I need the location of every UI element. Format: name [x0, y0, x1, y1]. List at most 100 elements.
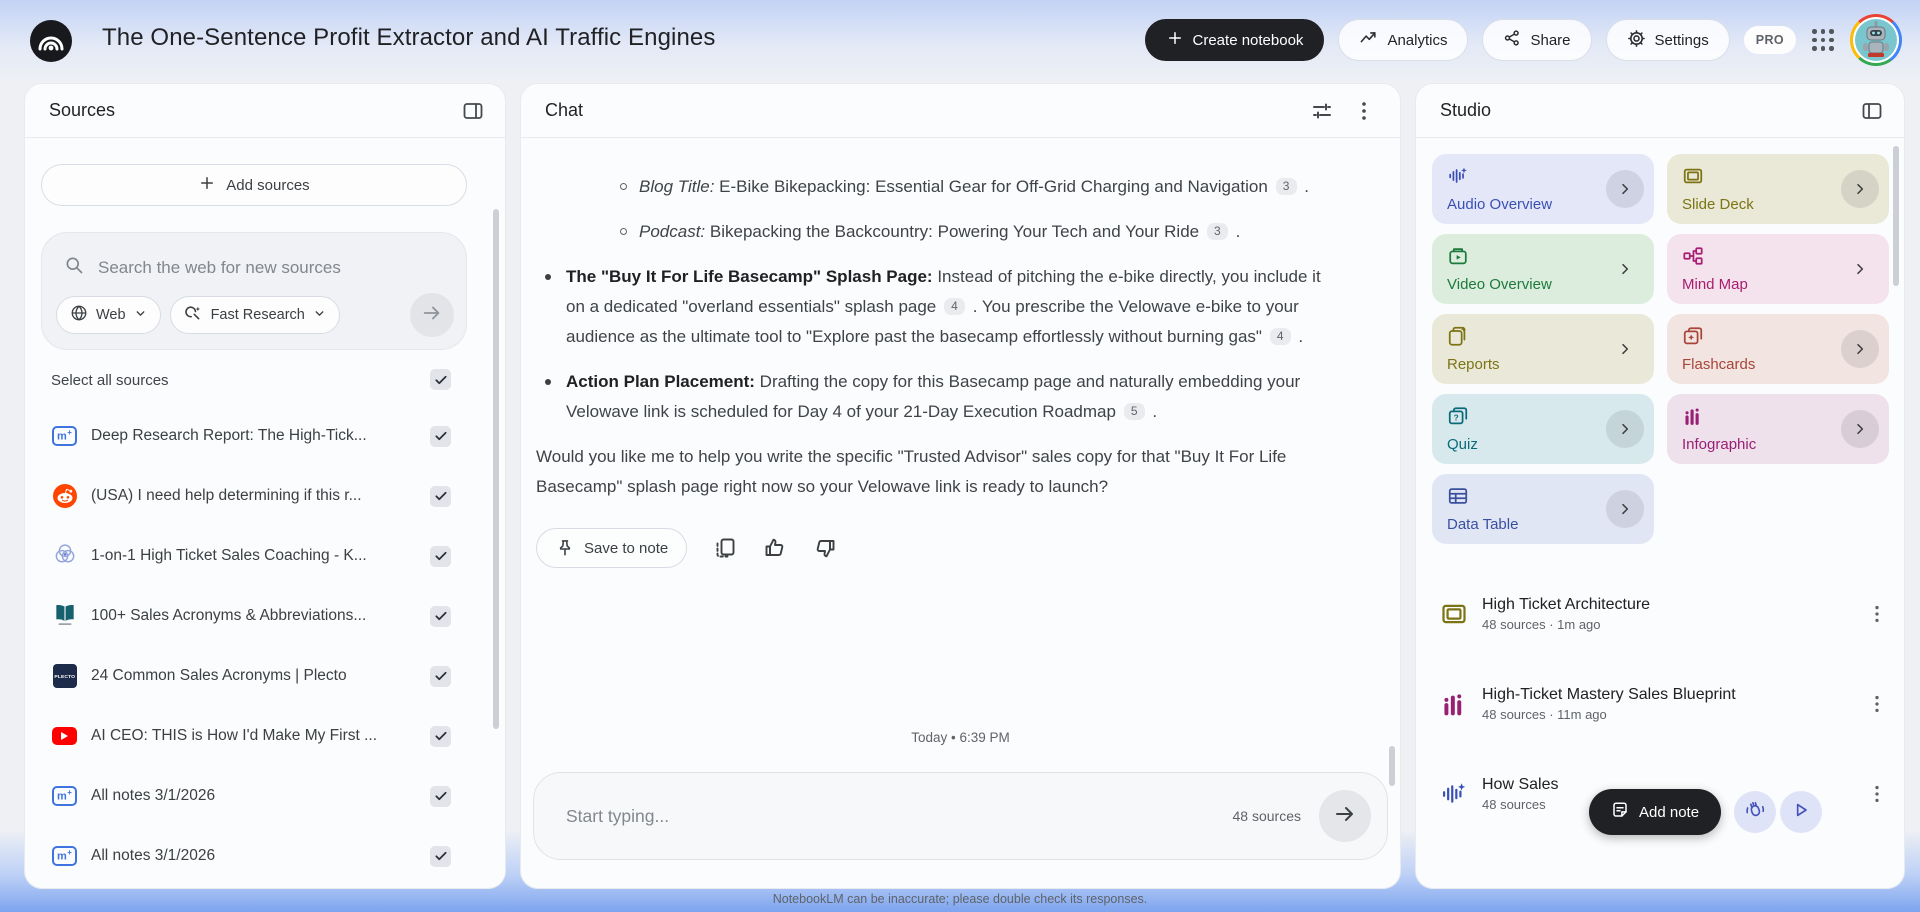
chat-bullet-item: Blog Title: E-Bike Bikepacking: Essentia… — [536, 172, 1340, 202]
studio-tile-infographic[interactable]: Infographic — [1667, 394, 1889, 464]
source-icon-wrap: m+ — [51, 423, 78, 450]
source-checkbox[interactable] — [430, 846, 451, 867]
settings-button[interactable]: Settings — [1606, 19, 1730, 61]
submit-search-button[interactable] — [410, 293, 454, 337]
notebooklm-logo-icon[interactable] — [30, 20, 72, 62]
slide-icon — [1682, 165, 1704, 187]
chevron-right-icon[interactable] — [1841, 330, 1879, 368]
thumbs-down-icon[interactable] — [813, 536, 837, 560]
studio-tile-video-overview[interactable]: Video Overview — [1432, 234, 1654, 304]
add-note-button[interactable]: Add note — [1589, 789, 1721, 835]
chevron-right-icon[interactable] — [1841, 250, 1879, 288]
search-icon — [64, 255, 84, 280]
studio-scrollbar[interactable] — [1893, 146, 1899, 286]
disclaimer-text: NotebookLM can be inaccurate; please dou… — [0, 892, 1920, 906]
studio-tile-label: Slide Deck — [1682, 196, 1754, 213]
create-notebook-button[interactable]: Create notebook — [1145, 19, 1325, 61]
add-sources-button[interactable]: Add sources — [41, 164, 467, 206]
chat-bullet-item: Action Plan Placement: Drafting the copy… — [536, 367, 1340, 427]
source-checkbox[interactable] — [430, 726, 451, 747]
chat-settings-icon[interactable] — [1310, 99, 1334, 123]
studio-tile-flashcards[interactable]: Flashcards — [1667, 314, 1889, 384]
studio-panel-title: Studio — [1440, 100, 1491, 121]
thumbs-up-icon[interactable] — [763, 536, 787, 560]
chevron-right-icon — [1852, 261, 1868, 277]
analytics-button[interactable]: Analytics — [1338, 19, 1468, 61]
chevron-right-icon[interactable] — [1606, 250, 1644, 288]
studio-tile-label: Infographic — [1682, 436, 1756, 453]
avatar[interactable] — [1850, 14, 1902, 66]
source-checkbox[interactable] — [430, 486, 451, 507]
chevron-right-icon[interactable] — [1841, 410, 1879, 448]
play-icon — [1791, 800, 1811, 825]
source-icon-wrap: m+ — [51, 783, 78, 810]
source-row[interactable]: PLECTO24 Common Sales Acronyms | Plecto — [25, 646, 505, 706]
bullet-marker-icon — [545, 379, 551, 385]
chevron-right-icon[interactable] — [1841, 170, 1879, 208]
studio-tile-data-table[interactable]: Data Table — [1432, 474, 1654, 544]
chat-more-menu-icon[interactable] — [1352, 99, 1376, 123]
source-title: 1-on-1 High Ticket Sales Coaching - K... — [91, 547, 420, 565]
source-checkbox[interactable] — [430, 546, 451, 567]
notebook-title[interactable]: The One-Sentence Profit Extractor and AI… — [102, 24, 715, 52]
item-more-menu-icon[interactable] — [1866, 783, 1888, 805]
chat-scrollbar[interactable] — [1389, 746, 1395, 786]
copy-icon[interactable] — [713, 536, 737, 560]
interactive-mode-button[interactable] — [1734, 791, 1776, 833]
citation-badge[interactable]: 4 — [944, 298, 965, 315]
source-title: All notes 3/1/2026 — [91, 847, 420, 865]
source-checkbox[interactable] — [430, 666, 451, 687]
table-icon — [1447, 485, 1469, 507]
sources-scrollbar[interactable] — [493, 209, 499, 729]
chevron-right-icon[interactable] — [1606, 170, 1644, 208]
chevron-right-icon — [1617, 501, 1633, 517]
citation-badge[interactable]: 3 — [1207, 223, 1228, 240]
chevron-right-icon — [1617, 261, 1633, 277]
source-icon-wrap — [51, 483, 78, 510]
google-apps-icon[interactable] — [1810, 27, 1836, 53]
save-to-note-button[interactable]: Save to note — [536, 528, 687, 568]
chevron-right-icon[interactable] — [1606, 330, 1644, 368]
search-web-input[interactable] — [98, 258, 418, 278]
source-row[interactable]: 100+ Sales Acronyms & Abbreviations... — [25, 586, 505, 646]
citation-badge[interactable]: 5 — [1124, 403, 1145, 420]
sources-panel-title: Sources — [49, 100, 115, 121]
studio-tile-quiz[interactable]: ?Quiz — [1432, 394, 1654, 464]
chat-paragraph: Would you like me to help you write the … — [536, 442, 1340, 502]
research-mode-dropdown[interactable]: Fast Research — [170, 296, 340, 334]
source-row[interactable]: m+All notes 3/1/2026 — [25, 826, 505, 880]
source-row[interactable]: m+Deep Research Report: The High-Tick... — [25, 406, 505, 466]
source-row[interactable]: 1-on-1 High Ticket Sales Coaching - K... — [25, 526, 505, 586]
studio-item-row[interactable]: High Ticket Architecture48 sources · 1m … — [1416, 582, 1904, 646]
source-checkbox[interactable] — [430, 786, 451, 807]
chevron-right-icon[interactable] — [1606, 410, 1644, 448]
chevron-right-icon[interactable] — [1606, 490, 1644, 528]
studio-tile-mind-map[interactable]: Mind Map — [1667, 234, 1889, 304]
share-button[interactable]: Share — [1482, 19, 1591, 61]
item-more-menu-icon[interactable] — [1866, 693, 1888, 715]
studio-tile-audio-overview[interactable]: Audio Overview — [1432, 154, 1654, 224]
studio-tile-reports[interactable]: Reports — [1432, 314, 1654, 384]
source-checkbox[interactable] — [430, 606, 451, 627]
source-row[interactable]: AI CEO: THIS is How I'd Make My First ..… — [25, 706, 505, 766]
chat-text-run: . — [1294, 327, 1303, 346]
web-filter-dropdown[interactable]: Web — [56, 296, 161, 334]
bullet-marker-icon — [545, 274, 551, 280]
source-row[interactable]: m+All notes 3/1/2026 — [25, 766, 505, 826]
expand-panel-icon[interactable] — [1860, 99, 1884, 123]
collapse-panel-icon[interactable] — [461, 99, 485, 123]
studio-tile-slide-deck[interactable]: Slide Deck — [1667, 154, 1889, 224]
app-header: The One-Sentence Profit Extractor and AI… — [0, 0, 1920, 83]
citation-badge[interactable]: 4 — [1270, 328, 1291, 345]
item-more-menu-icon[interactable] — [1866, 603, 1888, 625]
select-all-checkbox[interactable] — [430, 369, 451, 390]
chat-bullet-item: The "Buy It For Life Basecamp" Splash Pa… — [536, 262, 1340, 352]
source-row[interactable]: (USA) I need help determining if this r.… — [25, 466, 505, 526]
send-message-button[interactable] — [1319, 790, 1371, 842]
citation-badge[interactable]: 3 — [1276, 178, 1297, 195]
play-audio-button[interactable] — [1780, 791, 1822, 833]
chat-panel-title: Chat — [545, 100, 583, 121]
source-checkbox[interactable] — [430, 426, 451, 447]
studio-item-row[interactable]: High-Ticket Mastery Sales Blueprint48 so… — [1416, 672, 1904, 736]
chat-text-input[interactable] — [566, 806, 1233, 827]
